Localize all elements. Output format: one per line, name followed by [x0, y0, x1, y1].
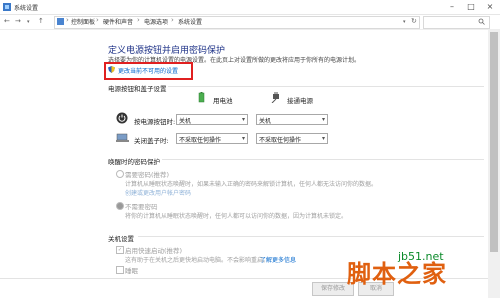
fast-startup-desc: 这有助于在关机之后更快地启动电脑。不会影响重启。	[125, 257, 270, 264]
hibernate-label: 睡眠	[125, 267, 138, 275]
window-title: 系统设置	[14, 5, 39, 12]
recent-chevron-icon[interactable]: ▾	[27, 19, 30, 25]
battery-icon	[198, 92, 205, 103]
forward-icon[interactable]: →	[15, 17, 21, 25]
title-bar: 系统设置 – □ ×	[0, 0, 500, 15]
require-password-radio[interactable]	[116, 170, 124, 178]
up-icon[interactable]: ↑	[38, 17, 44, 25]
no-password-radio[interactable]	[116, 202, 124, 210]
lid-plugged-select[interactable]: 不采取任何操作 ▾	[256, 133, 328, 144]
address-dropdown-icon[interactable]: ▾	[403, 19, 406, 25]
power-button-battery-select[interactable]: 关机 ▾	[176, 114, 248, 125]
close-button[interactable]: ×	[485, 2, 495, 12]
create-password-link[interactable]: 创建或更改用户帐户密码	[125, 188, 191, 197]
watermark-logo: 脚本之家	[347, 260, 447, 288]
back-icon[interactable]: ←	[4, 17, 10, 25]
battery-column-label: 用电池	[213, 97, 233, 105]
wake-password-heading: 唤醒时的密码保护	[108, 158, 160, 166]
chevron-down-icon: ▾	[241, 135, 245, 142]
no-password-label: 不需要密码	[125, 203, 158, 211]
control-panel-icon	[3, 3, 11, 11]
fast-startup-checkbox[interactable]: ✓	[116, 246, 124, 254]
require-password-desc: 计算机从睡眠状态唤醒时，如果未输入正确的密码来解锁计算机，任何人都无法访问你的数…	[125, 181, 378, 188]
breadcrumb-item[interactable]: 系统设置	[178, 17, 202, 26]
breadcrumb-item[interactable]: 控制面板	[71, 17, 95, 26]
chevron-down-icon: ▾	[321, 135, 325, 142]
power-button-icon	[116, 112, 128, 124]
learn-more-link[interactable]: 了解更多信息	[260, 255, 296, 264]
breadcrumb-item[interactable]: 电源选项	[144, 17, 168, 26]
minimize-button[interactable]: –	[447, 2, 457, 12]
breadcrumb-item[interactable]: 硬件和声音	[103, 17, 133, 26]
hibernate-checkbox[interactable]	[116, 266, 124, 274]
power-buttons-heading: 电源按钮和盖子设置	[108, 85, 167, 93]
plug-icon	[271, 92, 279, 103]
search-icon[interactable]	[478, 18, 485, 25]
scrollbar-thumb[interactable]	[490, 32, 498, 252]
chevron-down-icon: ▾	[321, 116, 325, 123]
uac-shield-icon	[108, 66, 115, 73]
fast-startup-label: 启用快速启动(推荐)	[125, 247, 183, 255]
refresh-icon[interactable]: ↻	[411, 17, 417, 25]
chevron-down-icon: ▾	[241, 116, 245, 123]
change-settings-link[interactable]: 更改当前不可用的设置	[118, 66, 178, 75]
lid-battery-select[interactable]: 不采取任何操作 ▾	[176, 133, 248, 144]
control-panel-icon	[57, 18, 64, 25]
lid-close-label: 关闭盖子时:	[134, 137, 169, 145]
require-password-label: 需要密码(推荐)	[125, 171, 170, 179]
lid-icon	[116, 133, 129, 142]
power-button-label: 按电源按钮时:	[134, 118, 176, 126]
no-password-desc: 将你的计算机从睡眠状态唤醒时，任何人都可以访问你的数据，因为计算机未锁定。	[125, 213, 348, 220]
plugged-column-label: 接通电源	[287, 97, 313, 105]
power-button-plugged-select[interactable]: 关机 ▾	[256, 114, 328, 125]
maximize-button[interactable]: □	[466, 2, 476, 12]
shutdown-heading: 关机设置	[108, 235, 134, 243]
